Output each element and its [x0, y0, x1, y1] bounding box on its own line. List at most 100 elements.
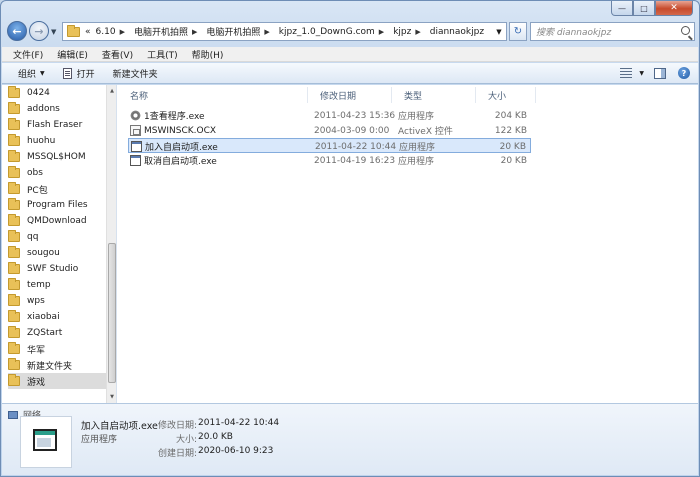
tree-item[interactable]: 新建文件夹: [8, 357, 108, 373]
scroll-down-icon[interactable]: ▼: [108, 393, 116, 401]
file-name: 取消自启动项.exe: [144, 157, 217, 167]
breadcrumb-item[interactable]: 电脑开机拍照 ▶: [206, 25, 273, 39]
help-icon[interactable]: ?: [678, 67, 690, 79]
back-button[interactable]: ←: [7, 21, 27, 41]
maximize-button[interactable]: □: [633, 1, 655, 16]
tree-item[interactable]: QMDownload: [8, 213, 108, 229]
menu-tools[interactable]: 工具(T): [147, 48, 178, 61]
chevron-right-icon[interactable]: ▶: [192, 28, 197, 36]
file-type: 应用程序: [398, 157, 435, 167]
file-list: 名称 修改日期 类型 大小 1查看程序.exe 2011-04-23 15:36…: [118, 85, 698, 403]
menu-file[interactable]: 文件(F): [13, 48, 43, 61]
details-modified-value: 2011-04-22 10:44: [198, 418, 280, 428]
folder-icon: [8, 86, 20, 98]
tree-item[interactable]: SWF Studio: [8, 261, 108, 277]
folder-icon: [8, 342, 20, 354]
file-date: 2011-04-23 15:36: [314, 110, 396, 121]
file-name: MSWINSCK.OCX: [144, 125, 217, 136]
file-row[interactable]: 取消自启动项.exe 2011-04-19 16:23 应用程序 20 KB: [128, 153, 531, 168]
tree-item[interactable]: huohu: [8, 133, 108, 149]
tree-item[interactable]: addons: [8, 101, 108, 117]
details-created-label: 创建日期:: [157, 449, 197, 459]
address-history-dropdown[interactable]: ▼: [492, 23, 506, 40]
file-size: 20 KB: [500, 155, 527, 166]
tree-item[interactable]: wps: [8, 293, 108, 309]
refresh-button[interactable]: ↻: [509, 22, 527, 41]
tree-item[interactable]: qq: [8, 229, 108, 245]
content-area: 0424 addons Flash Eraser huohu MSSQL$HOM…: [2, 85, 698, 403]
breadcrumb-overflow[interactable]: «: [85, 27, 91, 37]
tree-item[interactable]: sougou: [8, 245, 108, 261]
folder-icon: [67, 24, 80, 37]
tree-item[interactable]: Flash Eraser: [8, 117, 108, 133]
column-header-size[interactable]: 大小: [476, 87, 536, 103]
chevron-right-icon[interactable]: ▶: [120, 28, 125, 36]
organize-button[interactable]: 组织 ▼: [18, 67, 45, 80]
column-header-type[interactable]: 类型: [392, 87, 476, 103]
file-row[interactable]: MSWINSCK.OCX 2004-03-09 0:00 ActiveX 控件 …: [128, 123, 531, 138]
menu-help[interactable]: 帮助(H): [192, 48, 224, 61]
close-button[interactable]: ✕: [655, 1, 693, 16]
tree-item[interactable]: PC包: [8, 181, 108, 197]
folder-icon: [8, 102, 20, 114]
new-folder-button[interactable]: 新建文件夹: [113, 67, 158, 80]
file-row-selected[interactable]: 加入自启动项.exe 2011-04-22 10:44 应用程序 20 KB: [128, 138, 531, 153]
chevron-right-icon[interactable]: ▶: [379, 28, 384, 36]
chevron-right-icon[interactable]: ▶: [415, 28, 420, 36]
tree-item[interactable]: obs: [8, 165, 108, 181]
search-input[interactable]: 搜索 diannaokjpz: [530, 22, 695, 41]
scroll-up-icon[interactable]: ▲: [108, 87, 116, 95]
tree-item[interactable]: MSSQL$HOM: [8, 149, 108, 165]
address-bar[interactable]: « 6.10 ▶ 电脑开机拍照 ▶ 电脑开机拍照 ▶ kjpz_1.0_DownG.c…: [62, 22, 507, 41]
arrow-left-icon: ←: [12, 24, 22, 38]
toolbar-right: ▼ ?: [620, 67, 690, 79]
file-type: ActiveX 控件: [398, 127, 453, 137]
file-row[interactable]: 1查看程序.exe 2011-04-23 15:36 应用程序 204 KB: [128, 108, 531, 123]
details-pane: 网络 加入自启动项.exe 应用程序 修改日期: 2011-04-22 10:4…: [2, 403, 698, 475]
tree-item[interactable]: 华军: [8, 341, 108, 357]
tree-item[interactable]: Program Files: [8, 197, 108, 213]
view-options-icon[interactable]: [620, 68, 633, 78]
column-header-name[interactable]: 名称: [118, 87, 308, 103]
tree-item[interactable]: temp: [8, 277, 108, 293]
tree-item[interactable]: 0424: [8, 85, 108, 101]
file-size: 204 KB: [494, 110, 527, 121]
folder-icon: [8, 214, 20, 226]
minimize-button[interactable]: —: [611, 1, 633, 16]
file-name: 加入自启动项.exe: [145, 143, 218, 153]
breadcrumb-item[interactable]: diannaokjpz: [430, 27, 484, 37]
folder-icon: [8, 374, 20, 386]
breadcrumb-item[interactable]: kjpz ▶: [393, 27, 425, 37]
file-date: 2011-04-19 16:23: [314, 155, 396, 166]
column-header-date[interactable]: 修改日期: [308, 87, 392, 103]
details-modified-label: 修改日期:: [157, 421, 197, 431]
folder-icon: [8, 262, 20, 274]
chevron-right-icon[interactable]: ▶: [264, 28, 269, 36]
tree-item[interactable]: xiaobai: [8, 309, 108, 325]
forward-button[interactable]: →: [29, 21, 49, 41]
file-type: 应用程序: [398, 112, 435, 122]
tree-item-selected[interactable]: 游戏: [8, 373, 106, 389]
breadcrumb-item[interactable]: 6.10 ▶: [96, 27, 129, 37]
exe-app-icon: [131, 141, 142, 152]
preview-pane-icon[interactable]: [654, 67, 666, 79]
command-bar: 组织 ▼ 打开 新建文件夹 ▼ ?: [2, 63, 698, 84]
details-file-type: 应用程序: [81, 435, 118, 445]
tree-item[interactable]: ZQStart: [8, 325, 108, 341]
exe-app-icon: [130, 155, 141, 166]
file-date: 2004-03-09 0:00: [314, 125, 390, 136]
folder-icon: [8, 198, 20, 210]
search-icon[interactable]: [681, 26, 690, 35]
open-button[interactable]: 打开: [62, 67, 95, 80]
nav-scrollbar[interactable]: ▲ ▼: [106, 85, 116, 403]
breadcrumb-item[interactable]: kjpz_1.0_DownG.com ▶: [279, 27, 388, 37]
breadcrumb-item[interactable]: 电脑开机拍照 ▶: [134, 25, 201, 39]
menu-edit[interactable]: 编辑(E): [57, 48, 88, 61]
folder-icon: [8, 134, 20, 146]
view-dropdown[interactable]: ▼: [639, 70, 644, 77]
scroll-thumb[interactable]: [108, 243, 116, 383]
file-type: 应用程序: [399, 143, 436, 153]
recent-pages-dropdown[interactable]: ▼: [51, 28, 56, 36]
ocx-file-icon: [130, 125, 141, 136]
menu-view[interactable]: 查看(V): [102, 48, 133, 61]
